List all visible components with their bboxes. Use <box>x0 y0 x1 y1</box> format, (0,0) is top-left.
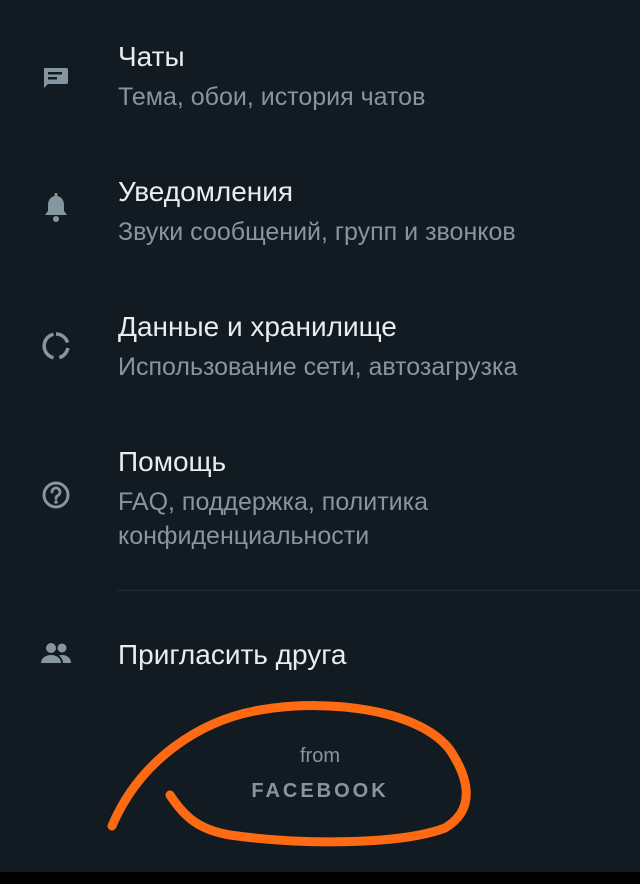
bell-icon <box>38 190 74 226</box>
settings-item-title: Чаты <box>118 41 185 72</box>
section-divider <box>118 590 640 591</box>
settings-item-notifications[interactable]: Уведомления Звуки сообщений, групп и зво… <box>0 175 640 265</box>
help-icon <box>38 477 74 513</box>
settings-item-title: Пригласить друга <box>118 639 347 670</box>
settings-item-invite[interactable]: Пригласить друга <box>0 620 640 690</box>
settings-item-title: Помощь <box>118 446 227 477</box>
settings-item-chats[interactable]: Чаты Тема, обои, история чатов <box>0 40 640 130</box>
settings-item-subtitle: FAQ, поддержка, политика конфиденциально… <box>118 488 429 550</box>
data-circle-icon <box>38 328 74 364</box>
settings-screen: Чаты Тема, обои, история чатов Уведомлен… <box>0 0 640 872</box>
settings-item-subtitle: Тема, обои, история чатов <box>118 83 426 111</box>
settings-item-storage[interactable]: Данные и хранилище Использование сети, а… <box>0 310 640 400</box>
settings-item-subtitle: Звуки сообщений, групп и звонков <box>118 218 516 246</box>
chat-icon <box>38 60 74 96</box>
people-icon <box>38 636 74 672</box>
system-navigation-bar <box>0 872 640 884</box>
settings-item-title: Уведомления <box>118 176 294 207</box>
settings-item-help[interactable]: Помощь FAQ, поддержка, политика конфиден… <box>0 445 640 555</box>
annotation-scribble <box>107 701 471 847</box>
footer-from-text: from <box>300 745 340 767</box>
settings-item-subtitle: Использование сети, автозагрузка <box>118 353 518 381</box>
footer-brand: FACEBOOK <box>251 780 389 802</box>
settings-item-title: Данные и хранилище <box>118 311 397 342</box>
